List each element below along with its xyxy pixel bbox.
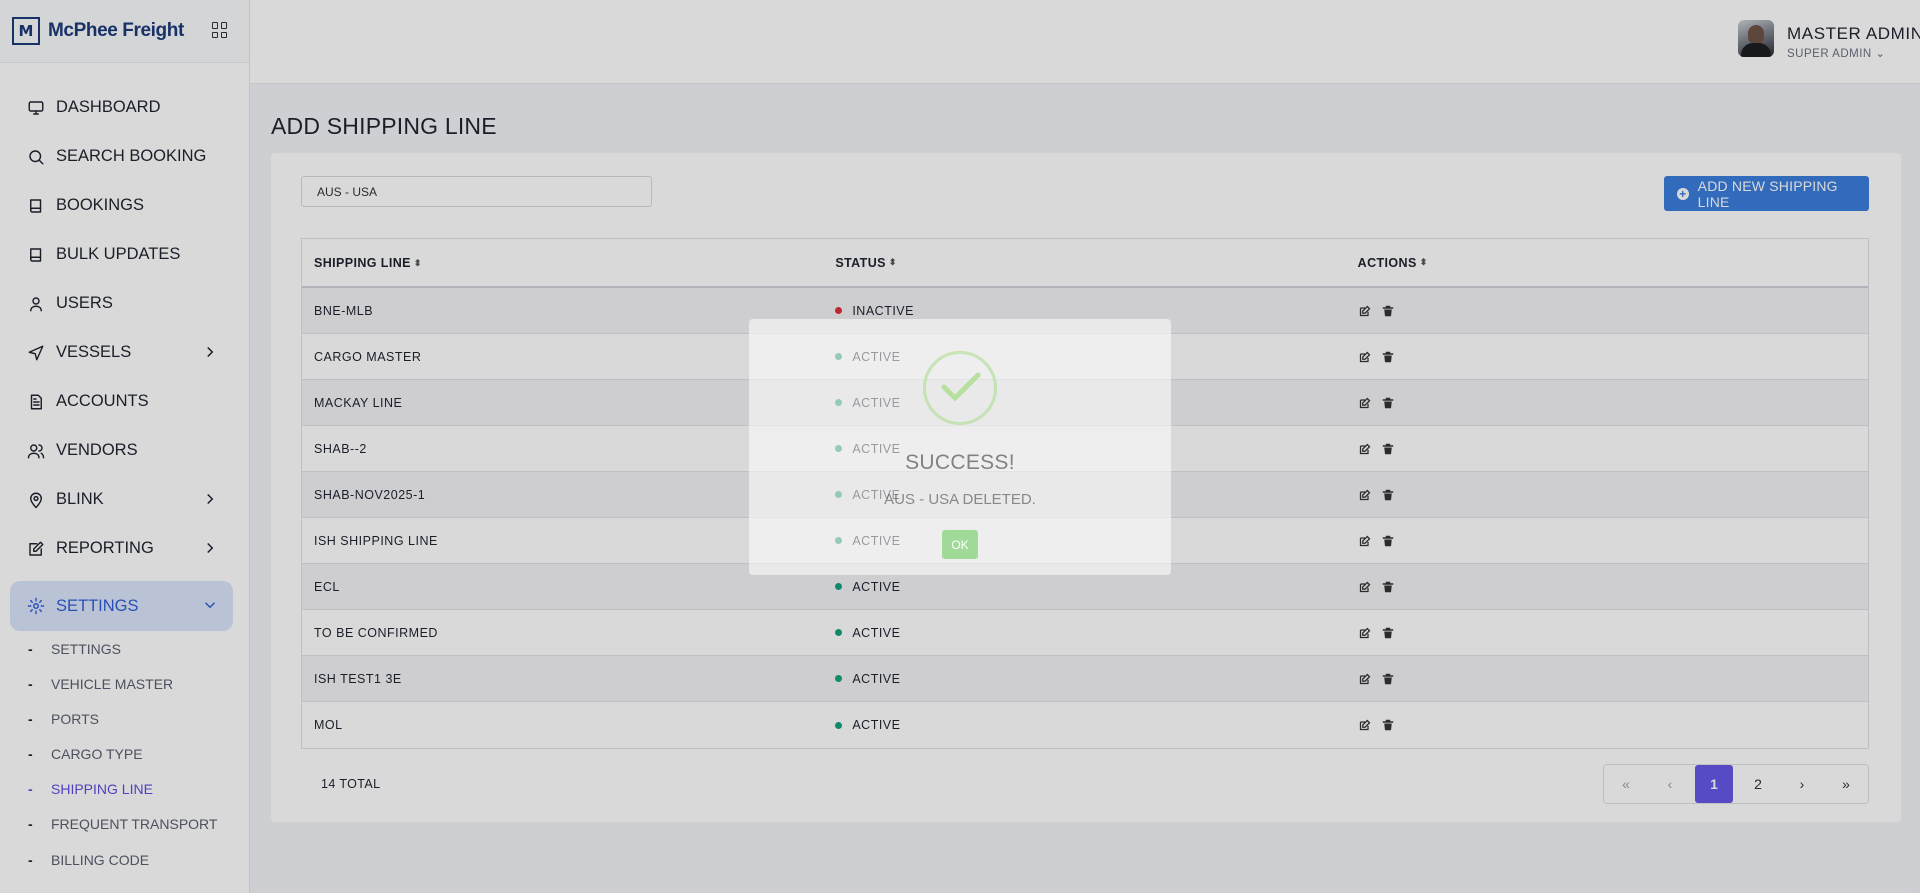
ok-button[interactable]: OK <box>942 530 978 559</box>
dialog-message: AUS - USA DELETED. <box>884 491 1036 508</box>
success-check-icon <box>923 351 997 425</box>
success-dialog: SUCCESS! AUS - USA DELETED. OK <box>749 319 1171 575</box>
dialog-title: SUCCESS! <box>905 451 1015 474</box>
